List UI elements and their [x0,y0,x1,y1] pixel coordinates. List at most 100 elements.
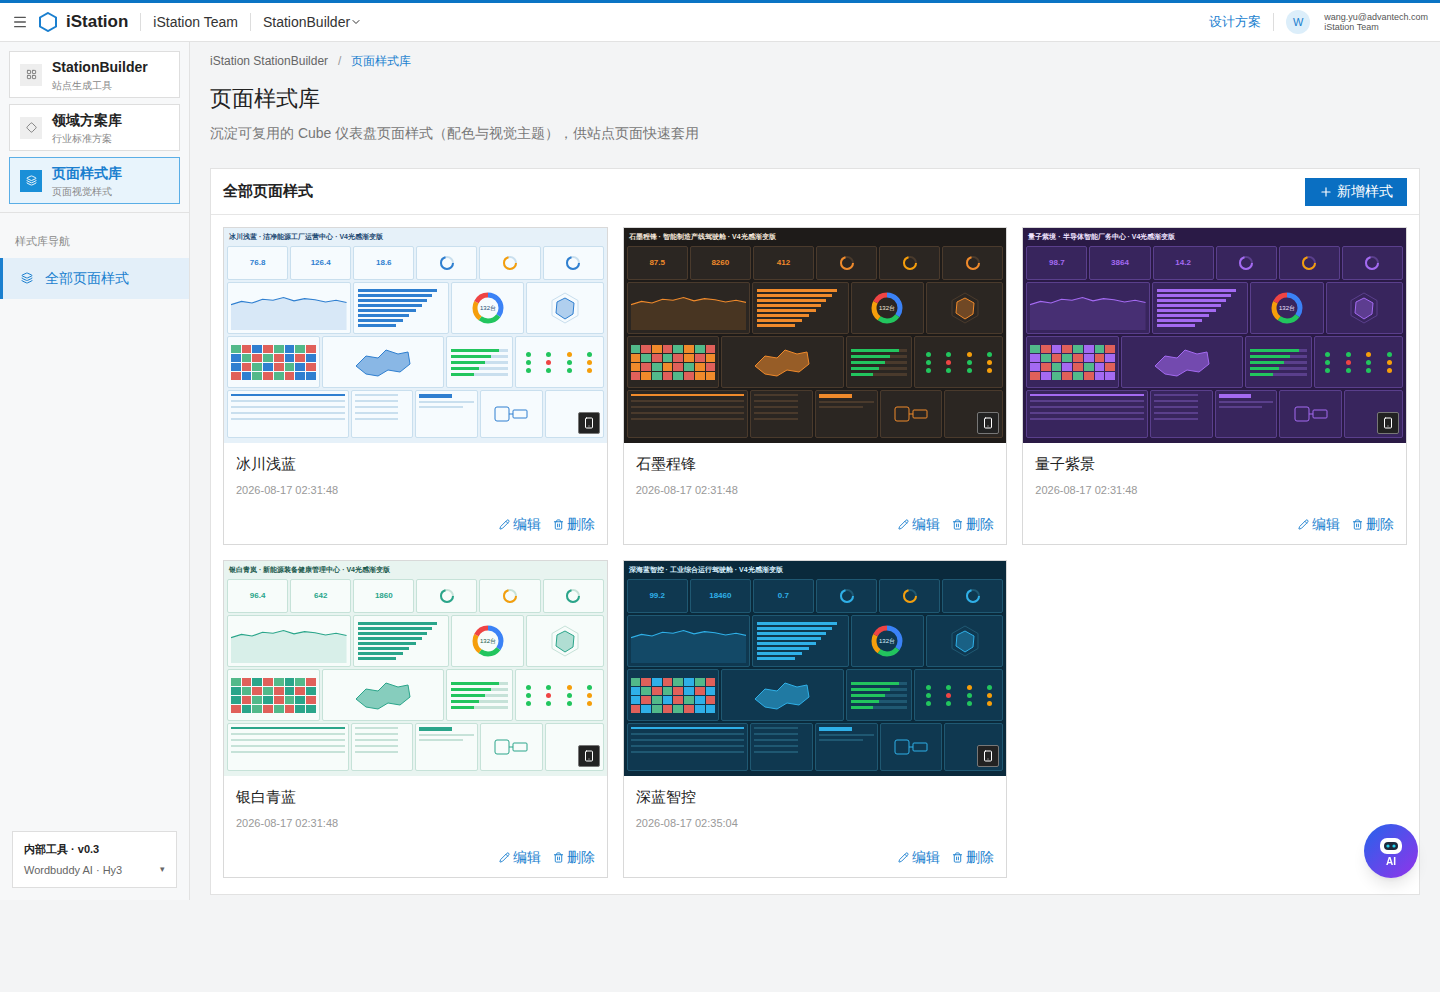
heat-cell [306,678,316,686]
heat-cell [1095,363,1105,371]
edit-button[interactable]: 编辑 [499,514,541,535]
module-item[interactable]: 领域方案库行业标准方案 [9,104,180,151]
bar [358,289,438,292]
device-icon [893,403,929,425]
edit-button[interactable]: 编辑 [898,847,940,868]
heat-cell [1105,363,1115,371]
breadcrumb-item[interactable]: iStation StationBuilder [210,52,328,70]
delete-button[interactable]: 删除 [1352,514,1394,535]
mobile-preview-button[interactable] [977,412,999,434]
heat-cell [652,354,662,362]
kpi-tile [816,579,877,613]
bar [1157,299,1226,302]
kpi-tile [1216,246,1277,280]
line-chart [627,615,751,667]
bar [358,309,417,312]
heat-cell [252,354,262,362]
bar [757,622,837,625]
progress-list [446,669,513,721]
heat-cell [641,354,651,362]
status-dot [1366,368,1371,373]
team-name: iStation Team [153,12,238,33]
heat-cell [684,678,694,686]
ai-assistant-button[interactable]: AI [1364,824,1418,878]
nav-item[interactable]: 全部页面样式 [0,258,189,299]
gauge-icon [565,588,581,604]
style-card[interactable]: 银白青岚 · 新能源装备健康管理中心 · V4光感渐变版96.464218601… [223,560,608,878]
bar [358,622,438,625]
bar [1157,309,1216,312]
design-link[interactable]: 设计方案 [1209,12,1261,32]
bar [1157,304,1221,307]
heat-cell [641,678,651,686]
edit-button[interactable]: 编辑 [1298,514,1340,535]
breadcrumb-item: 页面样式库 [351,52,411,70]
bar [1157,324,1195,327]
delete-button[interactable]: 删除 [952,514,994,535]
heat-cell [1105,345,1115,353]
radar-graphic [547,623,583,659]
edit-button[interactable]: 编辑 [898,514,940,535]
style-card[interactable]: 量子紫境 · 半导体智能厂务中心 · V4光感渐变版98.7386414.213… [1022,227,1407,545]
mobile-preview-button[interactable] [578,745,600,767]
style-thumbnail[interactable]: 量子紫境 · 半导体智能厂务中心 · V4光感渐变版98.7386414.213… [1023,228,1406,443]
status-dots [1314,336,1403,388]
style-date: 2026-08-17 02:35:04 [636,815,995,832]
style-thumbnail[interactable]: 冰川浅蓝 · 洁净能源工厂运营中心 · V4光感渐变版76.8126.418.6… [224,228,607,443]
heat-cell [1052,363,1062,371]
kpi-value: 99.2 [649,590,665,602]
alert-card [415,390,478,438]
heat-cell [1084,345,1094,353]
breadcrumb: iStation StationBuilder/页面样式库 [210,52,1420,70]
module-subtitle: 行业标准方案 [52,131,122,146]
edit-button[interactable]: 编辑 [499,847,541,868]
delete-button[interactable]: 删除 [553,847,595,868]
mobile-preview-button[interactable] [578,412,600,434]
style-thumbnail[interactable]: 深海蓝智控 · 工业综合运行驾驶舱 · V4光感渐变版99.2184600.71… [624,561,1007,776]
device-icon [1293,403,1329,425]
heat-cell [1052,345,1062,353]
mobile-preview-button[interactable] [1377,412,1399,434]
heat-cell [285,345,295,353]
style-name: 量子紫景 [1035,453,1394,476]
delete-button[interactable]: 删除 [553,514,595,535]
heat-cell [306,354,316,362]
heat-cell [663,696,673,704]
heat-cell [706,687,716,695]
status-dot [946,352,951,357]
phone-icon [1382,417,1394,429]
style-thumbnail[interactable]: 石墨程锋 · 智能制造产线驾驶舱 · V4光感渐变版87.58260412132… [624,228,1007,443]
style-card[interactable]: 石墨程锋 · 智能制造产线驾驶舱 · V4光感渐变版87.58260412132… [623,227,1008,545]
heat-cell [1095,372,1105,380]
tool-selector[interactable]: 内部工具 · v0.3Wordbuddy AI · Hy3▾ [12,831,177,888]
status-dot [587,693,592,698]
status-dot [587,368,592,373]
device-icon [893,736,929,758]
avatar[interactable]: W [1286,10,1310,34]
status-dot [526,685,531,690]
heat-cell [274,372,284,380]
data-table [627,390,749,438]
kpi-tile [543,579,604,613]
line-chart [1026,282,1150,334]
heat-cell [306,345,316,353]
menu-icon[interactable] [12,14,28,30]
heat-cell [673,345,683,353]
heat-cell [695,345,705,353]
heat-cell [306,687,316,695]
delete-button[interactable]: 删除 [952,847,994,868]
style-card[interactable]: 冰川浅蓝 · 洁净能源工厂运营中心 · V4光感渐变版76.8126.418.6… [223,227,608,545]
style-thumbnail[interactable]: 银白青岚 · 新能源装备健康管理中心 · V4光感渐变版96.464218601… [224,561,607,776]
device-icon [493,736,529,758]
gauge-icon [565,255,581,271]
style-card[interactable]: 深海蓝智控 · 工业综合运行驾驶舱 · V4光感渐变版99.2184600.71… [623,560,1008,878]
mobile-preview-button[interactable] [977,745,999,767]
product-switcher[interactable]: StationBuilder [263,12,362,33]
bar [757,314,809,317]
bar [757,299,826,302]
module-item[interactable]: StationBuilder站点生成工具 [9,51,180,98]
add-style-button[interactable]: 新增样式 [1305,178,1407,206]
module-item[interactable]: 页面样式库页面视觉样式 [9,157,180,204]
kpi-tile: 126.4 [290,246,351,280]
kpi-value: 1860 [375,590,393,602]
